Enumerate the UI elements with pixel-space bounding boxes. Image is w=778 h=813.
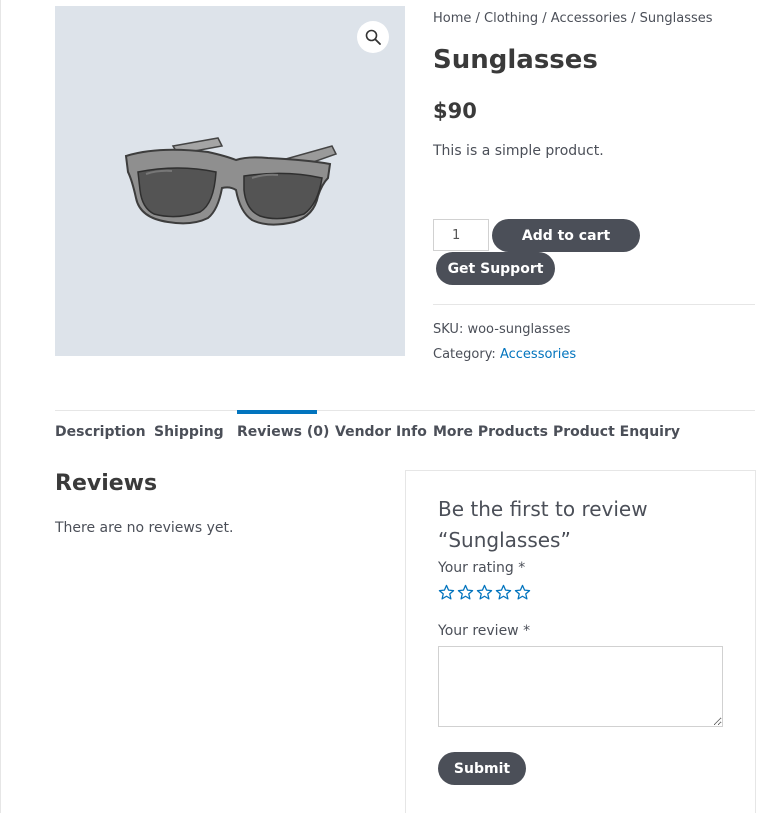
page-left-border <box>0 0 1 813</box>
product-short-description: This is a simple product. <box>433 143 604 159</box>
tab-description[interactable]: Description <box>55 424 146 440</box>
tab-shipping[interactable]: Shipping <box>154 424 224 440</box>
quantity-input[interactable] <box>433 219 489 251</box>
add-to-cart-button[interactable]: Add to cart <box>492 219 640 252</box>
star-icon[interactable] <box>495 584 512 601</box>
review-textarea[interactable] <box>438 646 723 727</box>
no-reviews-text: There are no reviews yet. <box>55 520 234 536</box>
review-reply-title: Be the first to review “Sunglasses” <box>438 497 648 552</box>
submit-review-button[interactable]: Submit <box>438 752 526 785</box>
zoom-button[interactable] <box>357 21 389 53</box>
tab-reviews[interactable]: Reviews (0) <box>237 424 329 440</box>
magnifier-icon <box>365 29 381 45</box>
star-icon[interactable] <box>457 584 474 601</box>
sku-label: SKU: <box>433 322 464 337</box>
star-icon[interactable] <box>438 584 455 601</box>
star-icon[interactable] <box>476 584 493 601</box>
get-support-button[interactable]: Get Support <box>436 252 555 285</box>
star-icon[interactable] <box>514 584 531 601</box>
product-category: Category: Accessories <box>433 347 576 362</box>
active-tab-indicator <box>237 410 317 414</box>
breadcrumb: Home / Clothing / Accessories / Sunglass… <box>433 11 713 26</box>
product-title: Sunglasses <box>433 45 598 75</box>
breadcrumb-accessories[interactable]: Accessories <box>551 11 627 26</box>
meta-divider <box>433 304 755 305</box>
breadcrumb-separator: / <box>626 11 640 26</box>
breadcrumb-home[interactable]: Home <box>433 11 471 26</box>
rating-label-text: Your rating <box>438 560 514 576</box>
tabs-divider <box>55 410 755 411</box>
required-mark: * <box>518 560 526 576</box>
sku-value: woo-sunglasses <box>467 322 571 337</box>
breadcrumb-separator: / <box>538 11 551 26</box>
product-price: $90 <box>433 99 477 123</box>
review-label: Your review * <box>438 623 530 639</box>
tab-more-products[interactable]: More Products <box>433 424 548 440</box>
product-image[interactable] <box>55 6 405 356</box>
star-rating <box>438 584 531 601</box>
breadcrumb-current: Sunglasses <box>639 11 713 26</box>
tab-vendor-info[interactable]: Vendor Info <box>335 424 427 440</box>
required-mark: * <box>523 623 531 639</box>
sunglasses-image <box>124 137 338 226</box>
reviews-heading: Reviews <box>55 471 158 496</box>
product-sku: SKU: woo-sunglasses <box>433 322 570 337</box>
breadcrumb-clothing[interactable]: Clothing <box>484 11 538 26</box>
category-label: Category: <box>433 347 496 362</box>
breadcrumb-separator: / <box>471 11 485 26</box>
tab-product-enquiry[interactable]: Product Enquiry <box>553 424 680 440</box>
category-link[interactable]: Accessories <box>500 347 576 362</box>
rating-label: Your rating * <box>438 560 525 576</box>
review-label-text: Your review <box>438 623 519 639</box>
